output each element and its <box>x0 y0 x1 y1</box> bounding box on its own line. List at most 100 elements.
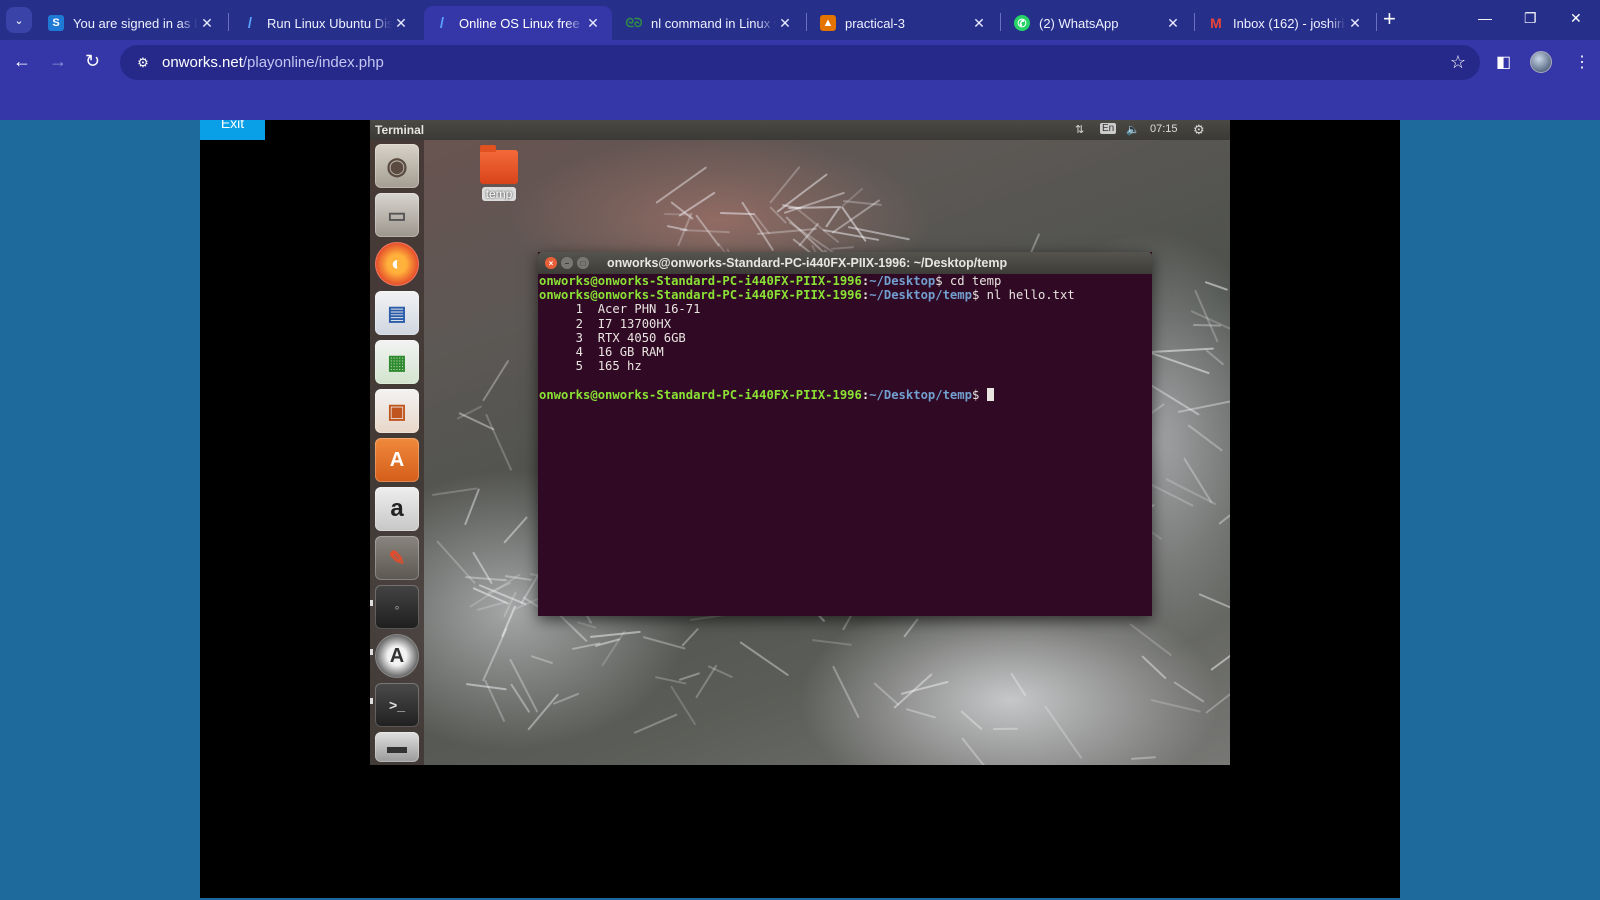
tab-title: (2) WhatsApp <box>1039 15 1119 31</box>
bookmark-star-icon[interactable]: ☆ <box>1450 52 1466 73</box>
grass-blade <box>872 682 900 706</box>
gear-icon[interactable]: ⚙ <box>1193 122 1205 138</box>
window-close-button[interactable]: ✕ <box>1570 10 1582 27</box>
close-icon[interactable]: ✕ <box>1164 15 1182 32</box>
grass-blade <box>993 727 1019 730</box>
gmail-icon: M <box>1210 15 1222 31</box>
terminal-body[interactable]: onworks@onworks-Standard-PC-i440FX-PIIX-… <box>538 274 1152 402</box>
grass-blade <box>903 618 919 638</box>
network-icon[interactable]: ⇅ <box>1075 123 1084 136</box>
tab-nl-command[interactable]: ᘓᘐ nl command in Linux w ✕ <box>616 6 804 40</box>
volume-icon[interactable]: 🔈 <box>1126 123 1140 136</box>
back-button[interactable]: ← <box>13 52 31 70</box>
prompt-user: onworks@onworks-Standard-PC-i440FX-PIIX-… <box>539 288 862 303</box>
launcher-pip <box>370 649 373 655</box>
tab-online-os[interactable]: / Online OS Linux free w ✕ <box>424 6 612 40</box>
grass-blade <box>1187 424 1224 452</box>
grass-blade <box>642 636 686 650</box>
url-text: onworks.net/playonline/index.php <box>162 54 384 71</box>
address-bar[interactable]: ⚙ onworks.net/playonline/index.php ☆ <box>120 45 1480 80</box>
grass-blade <box>961 737 995 765</box>
maximize-icon[interactable]: □ <box>577 257 589 269</box>
tab-signed-in[interactable]: S You are signed in as IU ✕ <box>38 6 226 40</box>
close-icon[interactable]: ✕ <box>970 15 988 32</box>
side-panel-button[interactable]: ◧ <box>1496 52 1511 72</box>
exit-button[interactable]: Exit <box>200 120 265 140</box>
grass-blade <box>485 413 513 472</box>
terminal-titlebar[interactable]: × – □ onworks@onworks-Standard-PC-i440FX… <box>538 252 1152 274</box>
v-icon: / <box>247 14 253 32</box>
grass-blade <box>1150 699 1201 713</box>
grass-blade <box>739 641 789 677</box>
printer-icon[interactable]: ▬ <box>375 732 419 762</box>
terminal-cursor <box>986 387 994 401</box>
minimize-icon[interactable]: – <box>561 257 573 269</box>
settings-icon[interactable]: ✎ <box>375 536 419 580</box>
site-info-icon[interactable]: ⚙ <box>128 55 158 71</box>
grass-blade <box>509 683 530 713</box>
grass-blade <box>678 191 716 217</box>
terminal-icon[interactable]: >_ <box>375 683 419 727</box>
updater-icon[interactable]: A <box>375 634 419 678</box>
software-center-icon[interactable]: A <box>375 438 419 482</box>
restore-button[interactable]: ❐ <box>1524 10 1537 27</box>
disk-icon[interactable]: ◦ <box>375 585 419 629</box>
folder-label: temp <box>481 187 517 201</box>
forward-button[interactable]: → <box>49 52 67 70</box>
grass-blade <box>1205 349 1225 366</box>
tab-run-linux[interactable]: / Run Linux Ubuntu Dist ✕ <box>232 6 420 40</box>
close-icon[interactable]: ✕ <box>198 15 216 32</box>
command-text: $ cd temp <box>935 274 1002 288</box>
tab-separator <box>228 13 229 31</box>
browser-menu-button[interactable]: ⋮ <box>1574 52 1590 72</box>
prompt-path: ~/Desktop <box>869 274 936 288</box>
new-tab-button[interactable]: + <box>1383 8 1396 30</box>
grass-blade <box>503 516 529 544</box>
url-host: onworks.net <box>162 54 243 71</box>
grass-blade <box>812 639 852 647</box>
amazon-icon[interactable]: a <box>375 487 419 531</box>
terminal-window[interactable]: × – □ onworks@onworks-Standard-PC-i440FX… <box>538 252 1152 616</box>
close-icon[interactable]: ✕ <box>776 15 794 32</box>
writer-icon[interactable]: ▤ <box>375 291 419 335</box>
page-content: Exit Terminal ⇅ En 🔈 07:15 ⚙ ◉ ▭ ◐ ▤ ▦ ▣… <box>0 120 1600 898</box>
reload-button[interactable]: ↻ <box>85 52 100 70</box>
close-icon[interactable]: ✕ <box>584 15 602 32</box>
firefox-icon[interactable]: ◐ <box>375 242 419 286</box>
tab-whatsapp[interactable]: ✆ (2) WhatsApp ✕ <box>1004 6 1192 40</box>
tab-search-button[interactable]: ⌄ <box>6 7 32 33</box>
clock[interactable]: 07:15 <box>1150 123 1178 135</box>
files-icon[interactable]: ▭ <box>375 193 419 237</box>
keyboard-indicator[interactable]: En <box>1100 123 1117 134</box>
grass-blade <box>1205 281 1229 292</box>
grass-blade <box>960 710 983 730</box>
grass-blade <box>1218 510 1230 526</box>
tab-title: practical-3 <box>845 15 905 31</box>
tab-separator <box>1000 13 1001 31</box>
dash-icon[interactable]: ◉ <box>375 144 419 188</box>
profile-avatar[interactable] <box>1530 51 1552 73</box>
tab-title: Online OS Linux free w <box>459 15 584 31</box>
prompt-path: ~/Desktop/temp <box>869 288 972 303</box>
terminal-line: onworks@onworks-Standard-PC-i440FX-PIIX-… <box>539 274 1152 288</box>
grass-blade <box>1145 480 1194 507</box>
tab-practical-3[interactable]: ▲ practical-3 ✕ <box>810 6 998 40</box>
tab-title: You are signed in as IU <box>73 15 198 31</box>
output-line: 3 RTX 4050 6GB <box>539 330 686 345</box>
close-icon[interactable]: ✕ <box>392 15 410 32</box>
minimize-button[interactable]: — <box>1478 10 1492 26</box>
prompt-path: ~/Desktop/temp <box>869 387 972 402</box>
tab-gmail[interactable]: M Inbox (162) - joshirishi ✕ <box>1198 6 1374 40</box>
close-icon[interactable]: × <box>545 257 557 269</box>
desktop-folder-temp[interactable]: temp <box>476 145 522 203</box>
grass-blade <box>831 246 855 251</box>
tab-separator <box>1376 13 1377 31</box>
arrow-left-icon: ← <box>13 51 31 71</box>
ubuntu-screen[interactable]: Terminal ⇅ En 🔈 07:15 ⚙ ◉ ▭ ◐ ▤ ▦ ▣ A a … <box>370 120 1230 765</box>
tab-title: nl command in Linux w <box>651 15 776 31</box>
output-line: 2 I7 13700HX <box>539 316 672 331</box>
close-icon[interactable]: ✕ <box>1346 15 1364 32</box>
grass-blade <box>681 627 700 647</box>
calc-icon[interactable]: ▦ <box>375 340 419 384</box>
impress-icon[interactable]: ▣ <box>375 389 419 433</box>
